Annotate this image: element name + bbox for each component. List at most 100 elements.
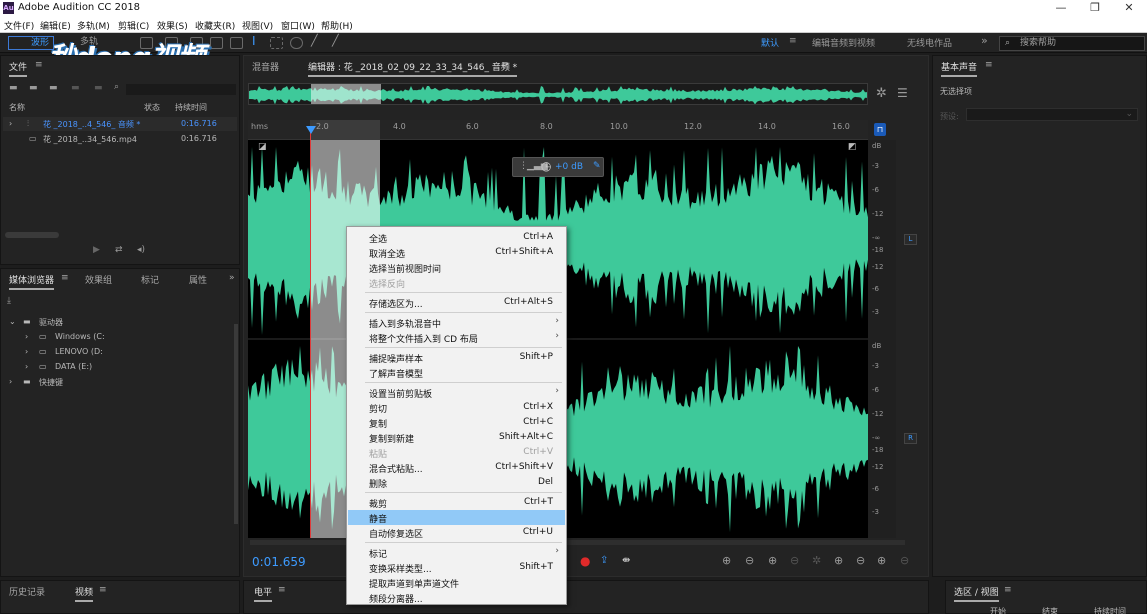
- tab-history[interactable]: 历史记录: [9, 585, 45, 598]
- zoom-selection-icon[interactable]: ⊕: [877, 554, 886, 567]
- media-panel-menu-icon[interactable]: ≡: [61, 273, 69, 283]
- playhead-handle-icon[interactable]: [306, 126, 316, 134]
- context-menu-item[interactable]: 了解声音模型: [348, 365, 565, 380]
- tab-video[interactable]: 视频: [75, 585, 94, 602]
- context-menu-item[interactable]: 复制到新建 Shift+Alt+C: [348, 430, 565, 445]
- playhead-cursor[interactable]: [310, 126, 311, 538]
- essential-sound-menu-icon[interactable]: ≡: [985, 60, 993, 70]
- overview-waveform[interactable]: [248, 83, 868, 105]
- hud-pin-icon[interactable]: ✎: [593, 161, 601, 171]
- skip-selection-icon[interactable]: ⇼: [622, 555, 630, 566]
- tab-mixer[interactable]: 混音器: [252, 60, 279, 73]
- context-menu-item[interactable]: 裁剪 Ctrl+T: [348, 495, 565, 510]
- file-row[interactable]: › ⫶ 花 _2018_..4_546_ 音频 * 0:16.716: [3, 117, 237, 131]
- close-icon[interactable]: ✕: [1112, 1, 1146, 14]
- context-menu-item[interactable]: 变换采样类型... Shift+T: [348, 560, 565, 575]
- menu-window[interactable]: 窗口(W): [281, 19, 315, 32]
- menu-multitrack[interactable]: 多轨(M): [77, 19, 110, 32]
- zoom-out-time-icon[interactable]: ⊖: [790, 554, 799, 567]
- context-menu-item[interactable]: 选择当前视图时间: [348, 260, 565, 275]
- spot-healing-tool-icon[interactable]: ╱: [332, 34, 339, 48]
- context-menu-item[interactable]: 捕捉噪声样本 Shift+P: [348, 350, 565, 365]
- volume-knob-icon[interactable]: ◷: [541, 159, 551, 173]
- channel-right-toggle[interactable]: R: [904, 433, 917, 444]
- hud-volume-value[interactable]: +0 dB: [555, 162, 583, 172]
- tab-media-browser[interactable]: 媒体浏览器: [9, 273, 55, 290]
- more-tabs-icon[interactable]: »: [229, 273, 235, 283]
- collapse-arrow-icon[interactable]: ⌄: [9, 317, 16, 326]
- workspace-edit-audio-to-video[interactable]: 编辑音频到视频: [812, 36, 875, 50]
- menu-effects[interactable]: 效果(S): [157, 19, 188, 32]
- zoom-fit-icon[interactable]: ✲: [876, 86, 887, 101]
- snap-icon[interactable]: ⊓: [874, 123, 886, 136]
- zoom-in-amplitude-icon[interactable]: ⊕: [722, 554, 731, 567]
- files-scrollbar[interactable]: [5, 232, 59, 238]
- zoom-in-time-icon[interactable]: ⊕: [768, 554, 777, 567]
- tab-selection-view[interactable]: 选区 / 视图: [954, 585, 999, 602]
- tab-levels[interactable]: 电平: [254, 585, 273, 602]
- import-icon[interactable]: ▬: [29, 83, 38, 93]
- channel-left-toggle[interactable]: L: [904, 234, 917, 245]
- context-menu-item[interactable]: 静音: [348, 510, 565, 525]
- files-panel-menu-icon[interactable]: ≡: [35, 60, 43, 70]
- context-menu-item[interactable]: 删除 Del: [348, 475, 565, 490]
- play-icon[interactable]: ▶: [93, 245, 100, 255]
- context-menu-item[interactable]: 将整个文件插入到 CD 布局 ›: [348, 330, 565, 345]
- expand-arrow-icon[interactable]: ›: [9, 119, 12, 128]
- editor-menu-icon[interactable]: ≡: [501, 60, 509, 70]
- loop-playback-icon[interactable]: ⇪: [600, 555, 608, 566]
- tab-effects-rack[interactable]: 效果组: [85, 273, 112, 286]
- volume-icon[interactable]: ◂): [137, 245, 145, 255]
- corner-resize-icon[interactable]: ◪: [258, 142, 267, 152]
- tab-editor[interactable]: 编辑器 : 花 _2018_02_09_22_33_34_546_ 音频 *: [308, 60, 518, 77]
- video-panel-menu-icon[interactable]: ≡: [99, 585, 107, 595]
- context-menu-item[interactable]: 剪切 Ctrl+X: [348, 400, 565, 415]
- tab-files[interactable]: 文件: [9, 60, 28, 77]
- context-menu-item[interactable]: 插入到多轨混音中 ›: [348, 315, 565, 330]
- menu-edit[interactable]: 编辑(E): [40, 19, 71, 32]
- drive-c[interactable]: Windows (C:: [55, 332, 105, 341]
- context-menu-item[interactable]: 提取声道到单声道文件: [348, 575, 565, 590]
- slip-tool-icon[interactable]: [230, 37, 243, 49]
- overview-menu-icon[interactable]: ☰: [897, 86, 908, 100]
- essential-sound-title[interactable]: 基本声音: [941, 60, 978, 77]
- context-menu-item[interactable]: 频段分离器...: [348, 590, 565, 605]
- insert-icon[interactable]: ▬: [71, 83, 80, 93]
- zoom-out-point-icon[interactable]: ⊖: [856, 554, 865, 567]
- menu-favorites[interactable]: 收藏夹(R): [195, 19, 235, 32]
- current-time-display[interactable]: 0:01.659: [252, 555, 306, 569]
- workspace-default[interactable]: 默认: [761, 36, 779, 50]
- drive-d[interactable]: LENOVO (D:: [55, 347, 103, 356]
- delete-icon[interactable]: ▬: [94, 83, 103, 93]
- lasso-tool-icon[interactable]: [290, 37, 303, 49]
- column-duration[interactable]: 持续时间: [175, 102, 207, 113]
- tree-shortcuts[interactable]: 快捷键: [39, 377, 63, 388]
- marquee-tool-icon[interactable]: [270, 37, 283, 49]
- volume-hud[interactable]: ⋮ ▁▃▅ ◷ +0 dB ✎: [512, 157, 604, 177]
- tab-properties[interactable]: 属性: [189, 273, 207, 286]
- workspace-menu-icon[interactable]: ≡: [789, 36, 797, 50]
- media-scrollbar[interactable]: [234, 324, 238, 524]
- zoom-reset-icon[interactable]: ⊖: [900, 554, 909, 567]
- new-file-icon[interactable]: ▬: [49, 83, 58, 93]
- expand-arrow-icon[interactable]: ›: [25, 332, 28, 341]
- loop-icon[interactable]: ⇄: [115, 245, 123, 255]
- context-menu-item[interactable]: 自动修复选区 Ctrl+U: [348, 525, 565, 540]
- column-status[interactable]: 状态: [144, 102, 160, 113]
- drive-e[interactable]: DATA (E:): [55, 362, 92, 371]
- workspace-radio[interactable]: 无线电作品: [907, 36, 952, 50]
- time-selection-tool-icon[interactable]: I: [252, 34, 256, 48]
- context-menu-item[interactable]: 标记 ›: [348, 545, 565, 560]
- preset-dropdown[interactable]: ⌄: [966, 108, 1138, 121]
- file-row[interactable]: ▭ 花 _2018_..34_546.mp4 0:16.716: [3, 132, 237, 146]
- record-icon[interactable]: ●: [580, 554, 590, 568]
- corner-resize-icon[interactable]: ◩: [848, 142, 857, 152]
- levels-menu-icon[interactable]: ≡: [278, 585, 286, 595]
- zoom-in-point-icon[interactable]: ⊕: [834, 554, 843, 567]
- menu-file[interactable]: 文件(F): [4, 19, 34, 32]
- menu-view[interactable]: 视图(V): [242, 19, 273, 32]
- open-folder-icon[interactable]: ▬: [9, 83, 18, 93]
- tab-markers[interactable]: 标记: [141, 273, 159, 286]
- context-menu-item[interactable]: 混合式粘贴... Ctrl+Shift+V: [348, 460, 565, 475]
- column-name[interactable]: 名称: [9, 102, 25, 113]
